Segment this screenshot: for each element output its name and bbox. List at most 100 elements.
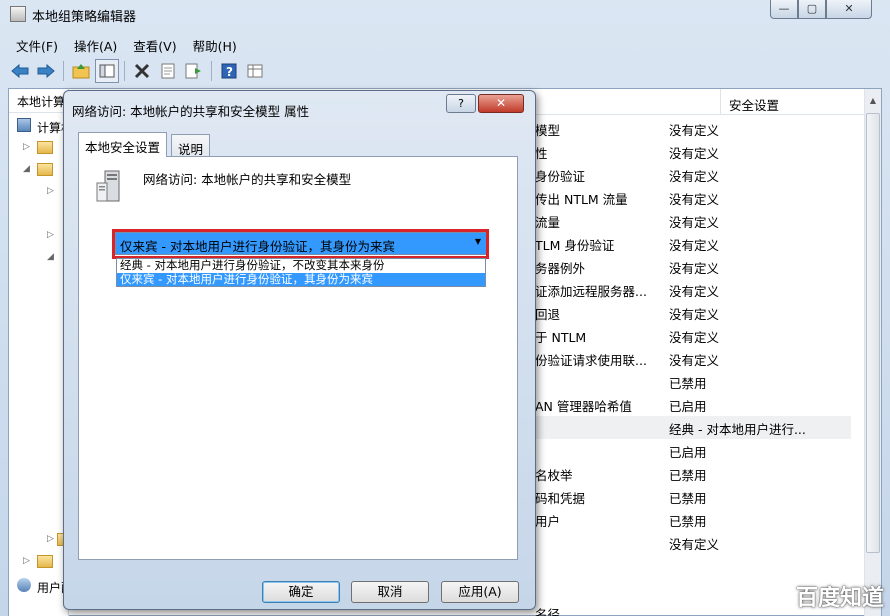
toolbar-separator [211,61,212,81]
back-arrow-icon[interactable] [8,59,32,83]
show-hide-tree-icon[interactable] [95,59,119,83]
policy-name: 于 NTLM [535,330,587,345]
tab-explain[interactable]: 说明 [171,134,211,157]
folder-icon [37,163,53,176]
tree-header: 本地计算机 策略 [9,89,68,113]
delete-icon[interactable] [130,59,154,83]
ok-button[interactable]: 确定 [262,581,340,603]
properties-icon[interactable] [156,59,180,83]
tree-node-users[interactable]: 用户配置 [9,575,68,597]
security-model-select[interactable]: 仅来宾 - 对本地用户进行身份验证，其身份为来宾 ▼ [115,232,487,255]
minimize-button[interactable]: — [770,0,798,19]
security-setting-value: 经典 - 对本地用户进行... [669,422,806,437]
policy-name: 务器例外 [535,261,586,276]
collapse-arrow-icon[interactable]: ◢ [23,164,30,174]
tree-node[interactable]: ▷ [9,225,68,247]
security-setting-value: 没有定义 [669,238,720,253]
menu-action[interactable]: 操作(A) [66,33,125,55]
security-setting-value: 没有定义 [669,537,720,552]
server-icon [95,169,127,205]
policy-name: 性 [535,146,548,161]
menu-file[interactable]: 文件(F) [8,33,66,55]
security-setting-value: 已启用 [669,399,707,414]
menu-view[interactable]: 查看(V) [125,33,184,55]
security-setting-value: 没有定义 [669,192,720,207]
column-header-security-setting[interactable]: 安全设置 [729,95,779,114]
scroll-thumb[interactable] [866,113,880,553]
security-setting-value: 没有定义 [669,353,720,368]
dialog-close-button[interactable]: ✕ [478,94,524,113]
apply-button[interactable]: 应用(A) [441,581,519,603]
security-setting-value: 已禁用 [669,376,707,391]
tab-local-security-setting[interactable]: 本地安全设置 [78,132,168,157]
window-title: 本地组策略编辑器 [32,10,137,25]
computer-icon [17,118,31,132]
folder-icon [37,555,53,568]
app-icon [10,6,26,22]
policy-name: TLM 身份验证 [535,238,615,253]
scroll-up-icon[interactable]: ▲ [865,93,881,109]
baidu-zhidao-watermark: 百度知道 [795,586,884,611]
user-icon [17,578,31,592]
select-value: 仅来宾 - 对本地用户进行身份验证，其身份为来宾 [120,239,395,254]
security-setting-value: 没有定义 [669,123,720,138]
dropdown-list: 经典 - 对本地用户进行身份验证，不改变其本来身份 仅来宾 - 对本地用户进行身… [116,258,486,287]
up-folder-icon[interactable] [69,59,93,83]
expand-arrow-icon[interactable]: ▷ [47,534,54,544]
security-setting-value: 已禁用 [669,468,707,483]
chevron-down-icon[interactable]: ▼ [475,237,481,246]
tree-node[interactable]: ◢ [9,159,68,181]
security-setting-value: 没有定义 [669,261,720,276]
dialog-title: 网络访问: 本地帐户的共享和安全模型 属性 [72,104,310,119]
forward-arrow-icon[interactable] [34,59,58,83]
tree-node[interactable]: ▷ [9,137,68,159]
view-options-icon[interactable] [243,59,267,83]
menu-help[interactable]: 帮助(H) [185,33,245,55]
policy-name: 模型 [535,123,561,138]
policy-name: 名径 [535,607,561,616]
tree-node[interactable]: ▷ [9,181,68,203]
option-guest-only[interactable]: 仅来宾 - 对本地用户进行身份验证，其身份为来宾 [117,273,485,286]
help-icon[interactable]: ? [217,59,241,83]
security-setting-value: 已禁用 [669,514,707,529]
export-list-icon[interactable] [182,59,206,83]
toolbar: ? [8,57,267,85]
policy-name: 回退 [535,307,561,322]
expand-arrow-icon[interactable]: ▷ [23,142,30,152]
security-setting-value: 已启用 [669,445,707,460]
tree-pane: 本地计算机 策略 计算机配置 ▷ ◢ ▷ ▷ ◢ ▷ ▷ 用户配置 [9,89,69,616]
security-setting-value: 没有定义 [669,146,720,161]
tree-node-computer[interactable]: 计算机配置 [9,115,68,137]
option-classic[interactable]: 经典 - 对本地用户进行身份验证，不改变其本来身份 [117,259,485,272]
toolbar-separator [63,61,64,81]
policy-name: AN 管理器哈希值 [535,399,632,414]
security-setting-value: 没有定义 [669,330,720,345]
collapse-arrow-icon[interactable]: ◢ [47,252,54,262]
cancel-button[interactable]: 取消 [351,581,429,603]
toolbar-separator [124,61,125,81]
tab-panel: 网络访问: 本地帐户的共享和安全模型 仅来宾 - 对本地用户进行身份验证，其身份… [78,156,518,560]
tree-node[interactable]: ▷ [9,551,68,573]
close-button[interactable]: ✕ [826,0,872,19]
policy-name: 身份验证 [535,169,586,184]
maximize-button[interactable]: ▢ [798,0,826,19]
folder-icon [37,141,53,154]
dialog-help-button[interactable]: ? [446,94,476,113]
expand-arrow-icon[interactable]: ▷ [47,230,54,240]
tree-node[interactable]: ◢ [9,247,68,269]
expand-arrow-icon[interactable]: ▷ [23,556,30,566]
tree-node[interactable]: ▷ [9,529,68,551]
policy-name: 证添加远程服务器... [535,284,647,299]
security-setting-value: 已禁用 [669,491,707,506]
policy-name: 份验证请求使用联... [535,353,647,368]
menu-bar: 文件(F) 操作(A) 查看(V) 帮助(H) [8,33,245,55]
svg-text:?: ? [226,65,233,79]
security-setting-value: 没有定义 [669,284,720,299]
properties-dialog: 网络访问: 本地帐户的共享和安全模型 属性 ? ✕ 本地安全设置 说明 网络访问… [63,90,536,610]
vertical-scrollbar[interactable]: ▲ ▼ [864,89,881,616]
policy-name: 用户 [535,514,561,529]
policy-name-label: 网络访问: 本地帐户的共享和安全模型 [143,172,352,187]
column-separator[interactable] [720,89,721,115]
security-setting-value: 没有定义 [669,215,720,230]
expand-arrow-icon[interactable]: ▷ [47,186,54,196]
